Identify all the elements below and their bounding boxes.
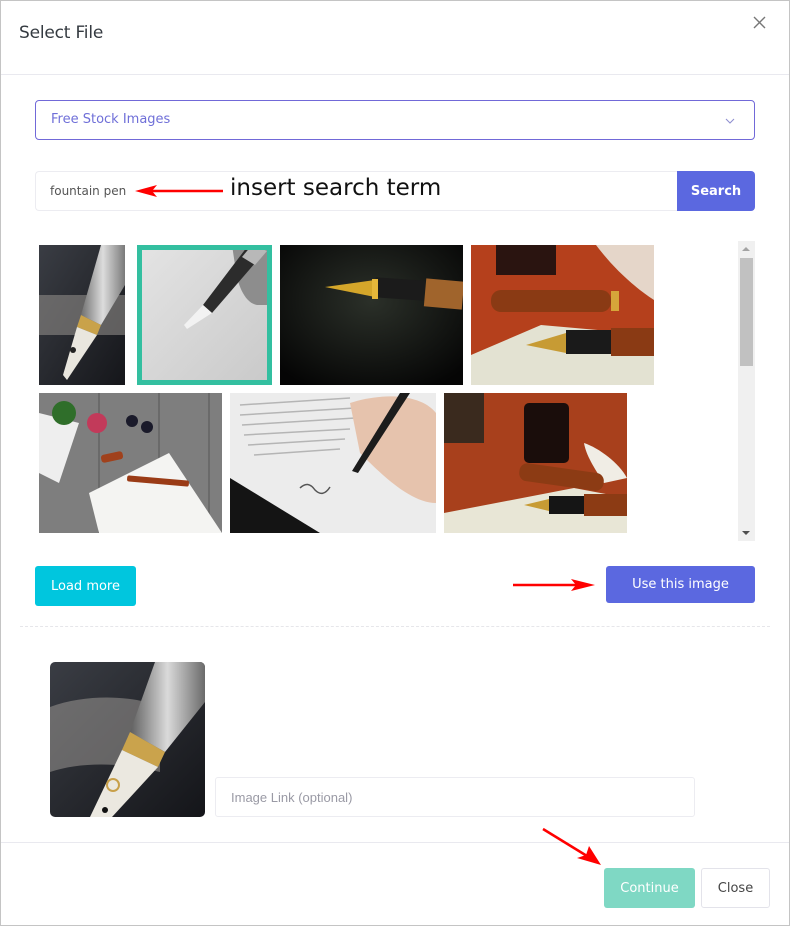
pen-nib-preview-image-icon xyxy=(50,662,205,817)
signing-document-image-icon xyxy=(230,393,436,533)
chevron-down-icon xyxy=(724,114,736,132)
close-button[interactable]: Close xyxy=(701,868,770,908)
scrollbar-thumb[interactable] xyxy=(740,258,753,366)
annotation-arrow-use-image xyxy=(513,579,595,591)
continue-button[interactable]: Continue xyxy=(604,868,695,908)
search-input[interactable] xyxy=(35,171,677,211)
section-divider xyxy=(20,626,770,627)
gallery-image[interactable] xyxy=(39,393,222,533)
gallery-image[interactable] xyxy=(471,245,654,385)
close-x-icon[interactable] xyxy=(751,14,769,32)
gallery-image[interactable] xyxy=(39,245,125,385)
image-link-input[interactable] xyxy=(215,777,695,817)
image-source-value: Free Stock Images xyxy=(51,112,171,127)
wood-pen-feather-image-icon xyxy=(471,245,654,385)
search-button[interactable]: Search xyxy=(677,171,755,211)
select-file-modal: Select File Free Stock Images Search ins… xyxy=(0,0,790,926)
load-more-button[interactable]: Load more xyxy=(35,566,136,606)
use-this-image-button[interactable]: Use this image xyxy=(606,566,755,603)
gallery-scrollbar[interactable] xyxy=(738,241,755,541)
gallery-image[interactable] xyxy=(280,245,463,385)
modal-header: Select File xyxy=(1,1,789,75)
ink-bottle-pens-image-icon xyxy=(444,393,627,533)
pen-nib-image-icon xyxy=(39,245,125,385)
modal-title: Select File xyxy=(19,23,104,43)
paper-rose-pen-image-icon xyxy=(39,393,222,533)
scroll-down-icon[interactable] xyxy=(742,531,750,535)
gallery-image[interactable] xyxy=(444,393,627,533)
gallery-image[interactable] xyxy=(230,393,436,533)
pen-writing-image-icon xyxy=(137,245,272,385)
gallery-image-selected[interactable] xyxy=(137,245,272,385)
selected-image-preview xyxy=(50,662,205,817)
scroll-up-icon[interactable] xyxy=(742,247,750,251)
search-row: Search xyxy=(35,171,755,211)
gold-pen-image-icon xyxy=(280,245,463,385)
image-source-select[interactable]: Free Stock Images xyxy=(35,100,755,140)
image-gallery xyxy=(35,241,755,541)
